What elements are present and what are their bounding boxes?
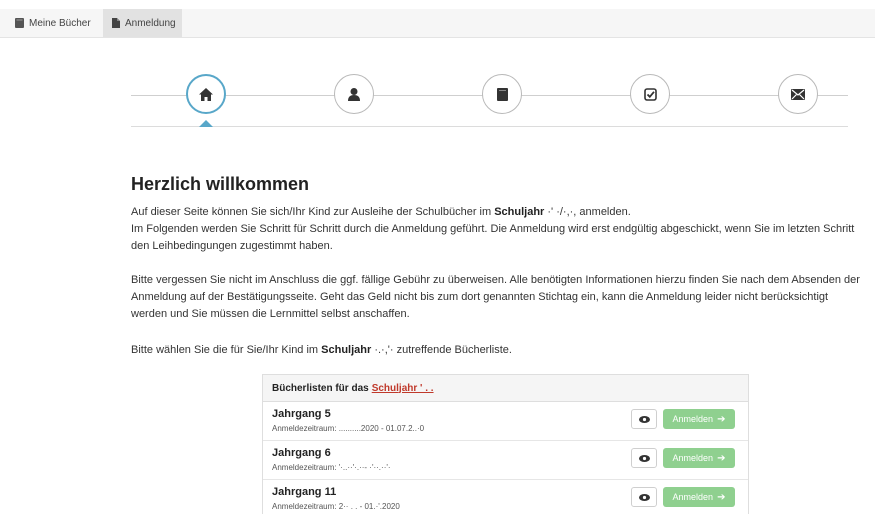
booklist-header: Bücherlisten für das Schuljahr ' . . xyxy=(263,375,748,402)
nav-tab-label: Meine Bücher xyxy=(29,17,91,29)
step-home[interactable] xyxy=(186,74,226,114)
booklist-row: Jahrgang 11 Anmeldezeitraum: 2·· . . - 0… xyxy=(263,480,748,518)
envelope-icon xyxy=(791,88,805,100)
nav-tab-anmeldung[interactable]: Anmeldung xyxy=(103,9,182,37)
page-title: Herzlich willkommen xyxy=(131,174,310,194)
view-list-button[interactable] xyxy=(631,448,657,468)
grade-title: Jahrgang 6 xyxy=(272,447,331,459)
arrow-right-icon: ➔ xyxy=(717,413,726,425)
book-icon xyxy=(15,18,24,28)
book-icon xyxy=(496,87,508,101)
user-icon xyxy=(348,87,360,101)
register-button-label: Anmelden xyxy=(672,453,714,463)
register-button[interactable]: Anmelden ➔ xyxy=(663,409,735,429)
booklist-row: Jahrgang 5 Anmeldezeitraum: ..........20… xyxy=(263,402,748,441)
home-icon xyxy=(199,87,213,101)
view-list-button[interactable] xyxy=(631,487,657,507)
eye-icon xyxy=(638,415,650,423)
school-year-label: Schuljahr xyxy=(321,344,372,356)
select-text: Bitte wählen Sie die für Sie/Ihr Kind im xyxy=(131,344,322,356)
school-year-label: Schuljahr xyxy=(494,206,545,218)
intro-text-end: ·' ·/·,·, anmelden. xyxy=(544,206,631,218)
intro-paragraph: Auf dieser Seite können Sie sich/Ihr Kin… xyxy=(131,204,866,255)
arrow-right-icon: ➔ xyxy=(717,452,726,464)
eye-icon xyxy=(638,454,650,462)
grade-title: Jahrgang 5 xyxy=(272,408,331,420)
registration-period: Anmeldezeitraum: ..........2020 - 01.07.… xyxy=(272,424,425,433)
document-icon xyxy=(112,18,120,28)
select-text-end: ·.·,'· zutreffende Bücherliste. xyxy=(371,344,512,356)
view-list-button[interactable] xyxy=(631,409,657,429)
stepper-divider xyxy=(131,126,848,127)
top-navigation: Meine Bücher Anmeldung xyxy=(0,9,875,38)
active-step-caret xyxy=(199,120,213,127)
step-user[interactable] xyxy=(334,74,374,114)
arrow-right-icon: ➔ xyxy=(717,491,726,503)
registration-period: Anmeldezeitraum: 2·· . . - 01.·'.2020 xyxy=(272,502,400,511)
nav-tab-label: Anmeldung xyxy=(125,17,176,29)
intro-text-steps: Im Folgenden werden Sie Schritt für Schr… xyxy=(131,223,855,252)
register-button[interactable]: Anmelden ➔ xyxy=(663,448,735,468)
check-square-icon xyxy=(643,87,657,101)
nav-tab-meine-buecher[interactable]: Meine Bücher xyxy=(15,9,91,37)
step-confirm[interactable] xyxy=(630,74,670,114)
register-button[interactable]: Anmelden ➔ xyxy=(663,487,735,507)
intro-text: Auf dieser Seite können Sie sich/Ihr Kin… xyxy=(131,206,495,218)
register-button-label: Anmelden xyxy=(672,414,714,424)
booklist-panel: Bücherlisten für das Schuljahr ' . . Jah… xyxy=(262,374,749,514)
step-send[interactable] xyxy=(778,74,818,114)
eye-icon xyxy=(638,493,650,501)
grade-title: Jahrgang 11 xyxy=(272,486,337,498)
booklist-header-year[interactable]: Schuljahr ' . . xyxy=(372,383,434,394)
registration-period: Anmeldezeitraum: '·..··'·.··- ·'··.··'· xyxy=(272,463,391,472)
select-paragraph: Bitte wählen Sie die für Sie/Ihr Kind im… xyxy=(131,342,866,359)
fee-paragraph: Bitte vergessen Sie nicht im Anschluss d… xyxy=(131,274,860,320)
booklist-header-label: Bücherlisten für das xyxy=(272,382,369,394)
booklist-row: Jahrgang 6 Anmeldezeitraum: '·..··'·.··-… xyxy=(263,441,748,480)
register-button-label: Anmelden xyxy=(672,492,714,502)
step-books[interactable] xyxy=(482,74,522,114)
